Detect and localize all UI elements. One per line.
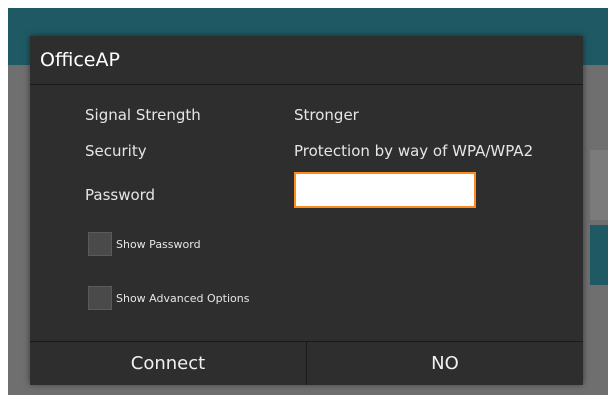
password-label: Password — [85, 186, 156, 204]
background-top-edge — [0, 0, 608, 8]
show-password-option[interactable]: Show Password — [88, 232, 201, 256]
signal-strength-value: Stronger — [294, 106, 359, 124]
wifi-connect-dialog: OfficeAP Signal Strength Stronger Securi… — [30, 36, 583, 385]
connect-button[interactable]: Connect — [30, 342, 306, 385]
dialog-button-bar: Connect NO — [30, 341, 583, 385]
background-list-item — [590, 150, 608, 220]
security-label: Security — [85, 142, 147, 160]
password-input[interactable] — [294, 172, 476, 208]
security-value: Protection by way of WPA/WPA2 — [294, 142, 534, 160]
signal-strength-label: Signal Strength — [85, 106, 201, 124]
cancel-button[interactable]: NO — [307, 342, 583, 385]
show-advanced-options-label: Show Advanced Options — [116, 291, 250, 305]
background-bottom-edge — [0, 395, 608, 402]
show-advanced-options-option[interactable]: Show Advanced Options — [88, 286, 249, 310]
background-list-item-selected — [590, 225, 608, 285]
show-password-checkbox[interactable] — [88, 232, 112, 256]
show-advanced-options-checkbox[interactable] — [88, 286, 112, 310]
show-password-label: Show Password — [116, 237, 201, 251]
dialog-title: OfficeAP — [30, 36, 583, 85]
